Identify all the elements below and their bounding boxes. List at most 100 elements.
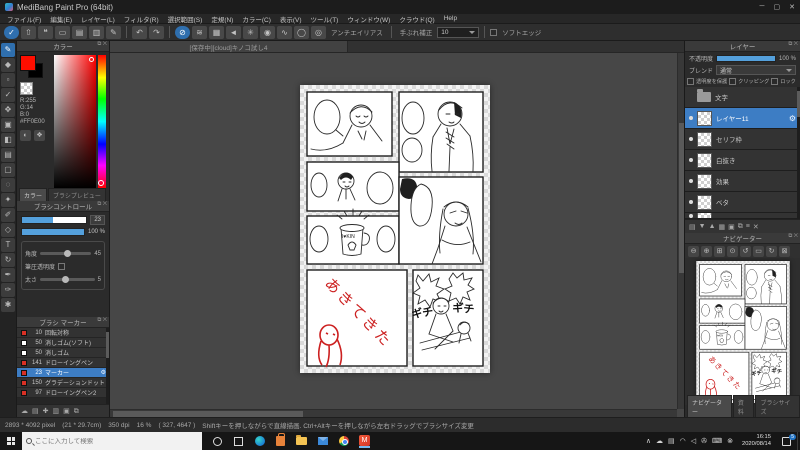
foreground-color-swatch[interactable] [20,55,36,71]
search-input[interactable] [35,437,185,445]
snap-concentric-icon[interactable]: ◎ [311,25,326,39]
select-rect-tool-icon[interactable]: ▢ [1,163,15,177]
tray-app-icon[interactable]: ▤ [668,437,675,445]
blend-mode-select[interactable]: 通常 [716,65,796,75]
file-explorer-icon[interactable] [296,435,307,447]
menu-ruler[interactable]: 定規(N) [211,14,233,24]
canvas-horizontal-scrollbar[interactable] [110,409,677,417]
save-icon[interactable]: ✓ [4,25,19,39]
medibang-taskbar-icon[interactable]: M [359,434,370,448]
layer-visibility-dot[interactable] [689,213,693,218]
panel-popout-close-icons[interactable]: ⧉ ✕ [788,233,798,240]
snap-ellipse-icon[interactable]: ◯ [294,25,309,39]
lock-checkbox[interactable] [771,78,779,85]
tray-expand-icon[interactable]: ∧ [646,437,651,445]
balloon-rect-icon[interactable]: ▭ [55,25,70,39]
export-icon[interactable]: ⇧ [21,25,36,39]
layer-row[interactable]: セリフ枠 [685,129,800,150]
tab-brush-preview[interactable]: ブラシプレビュー [48,188,106,201]
delete-layer-icon[interactable]: ✕ [753,223,759,231]
frame-pen-tool-icon[interactable]: ✒ [1,268,15,282]
mail-icon[interactable] [317,436,328,447]
layer-row[interactable]: ベタ [685,192,800,213]
new-layer-icon[interactable]: ▤ [689,223,696,231]
snap-curve-icon[interactable]: ∿ [277,25,292,39]
navigator-thumbnail-area[interactable] [685,258,800,405]
brush-item[interactable]: 141 ドローイングペン [17,358,109,368]
menu-cloud[interactable]: クラウド(Q) [399,14,434,24]
brush-item[interactable]: 97 ドローイングペン2 [17,388,109,398]
eraser-tool-icon[interactable]: ◆ [1,58,15,72]
chrome-icon[interactable] [338,436,349,447]
layer-row-partial[interactable] [685,213,800,219]
brush-item[interactable]: 50 消しゴム [17,348,109,358]
layer-visibility-dot[interactable] [689,158,693,162]
layer-opacity-slider[interactable] [716,55,776,62]
new-layer-below-icon[interactable]: ▼ [699,223,706,230]
wifi-icon[interactable]: ◠ [680,437,686,445]
new-folder-icon[interactable]: ▦ [719,223,726,231]
stabilizer-select[interactable]: 10 [437,26,480,38]
brush-item[interactable]: 50 消しゴム(ソフト) [17,338,109,348]
document-tab[interactable]: [保存中][cloud]キノコ試し4 [110,41,348,52]
eyedropper-tool-icon[interactable]: ✑ [1,283,15,297]
taskbar-clock[interactable]: 16:15 2020/08/14 [737,432,776,450]
fill-tool-icon[interactable]: ▣ [1,118,15,132]
clipping-checkbox[interactable] [729,78,737,85]
layer-row-folder[interactable]: 文字 [685,87,800,108]
brush-item[interactable]: 150 グラデーションドット [17,378,109,388]
menu-window[interactable]: ウィンドウ(W) [347,14,390,24]
reset-view-icon[interactable]: ⊠ [779,245,790,257]
balloon-icon[interactable]: ❝ [38,25,53,39]
tab-reference[interactable]: 資料 [732,395,755,417]
panel-popout-close-icons[interactable]: ⧉ ✕ [97,41,107,48]
antialias-label[interactable]: アンチエイリアス [331,27,383,37]
layer-row[interactable]: 効果 [685,171,800,192]
brush-folder-icon[interactable]: ▣ [63,405,70,418]
close-button[interactable]: ✕ [789,3,795,11]
maximize-button[interactable]: ▢ [774,3,781,11]
layer-settings-gear-icon[interactable]: ⚙ [789,114,796,123]
layer-visibility-dot[interactable] [689,200,693,204]
menu-help[interactable]: Help [444,15,457,22]
menu-color[interactable]: カラー(C) [242,14,271,24]
navigator-page-thumbnail[interactable] [696,261,790,403]
soft-edge-checkbox[interactable] [490,28,498,36]
brush-size-slider[interactable] [21,216,88,224]
snap-circle-icon[interactable]: ◉ [260,25,275,39]
palette-add-icon[interactable]: ❖ [34,130,45,141]
menu-edit[interactable]: 編集(E) [50,14,72,24]
layer-row-selected[interactable]: レイヤー11 ⚙ [685,108,800,129]
redo-icon[interactable]: ↷ [149,25,164,39]
brush-item[interactable]: 10 回転対称 [17,328,109,338]
brush-tool-icon[interactable]: ✎ [1,43,15,57]
manga-page-artwork[interactable] [300,85,490,373]
select-eraser-tool-icon[interactable]: ◇ [1,223,15,237]
edge-icon[interactable] [254,436,265,447]
layer-visibility-dot[interactable] [689,116,693,120]
transparent-color-swatch[interactable] [20,82,33,95]
onedrive-cloud-icon[interactable]: ☁ [656,437,663,445]
task-view-icon[interactable] [233,436,244,447]
tray-link-icon[interactable]: ✇ [701,437,707,445]
move-layer-up-icon[interactable]: ▲ [709,223,716,230]
layer-visibility-empty[interactable] [689,95,693,99]
menu-filter[interactable]: フィルタ(R) [124,14,159,24]
operation-tool-icon[interactable]: ↻ [1,253,15,267]
tab-color[interactable]: カラー [19,188,48,201]
duplicate-layer-icon[interactable]: ⧉ [738,223,743,231]
layer-row[interactable]: 白抜き [685,150,800,171]
canvas-vertical-scrollbar[interactable] [677,53,684,409]
zoom-fit-icon[interactable]: ⊞ [714,245,725,257]
page-list-icon[interactable]: ▥ [89,25,104,39]
dot-tool-icon[interactable]: ▫ [1,73,15,87]
tab-navigator[interactable]: ナビゲーター [687,395,732,417]
start-button[interactable] [0,432,22,450]
move-tool-icon[interactable]: ✥ [1,103,15,117]
magic-wand-tool-icon[interactable]: ✦ [1,193,15,207]
menu-layer[interactable]: レイヤー(L) [81,14,115,24]
palette-icon[interactable]: ◐ [20,130,31,141]
zoom-in-icon[interactable]: ⊕ [701,245,712,257]
gradient-tool-icon[interactable]: ▤ [1,148,15,162]
brush-menu-icon[interactable]: ⧉ [74,405,79,418]
